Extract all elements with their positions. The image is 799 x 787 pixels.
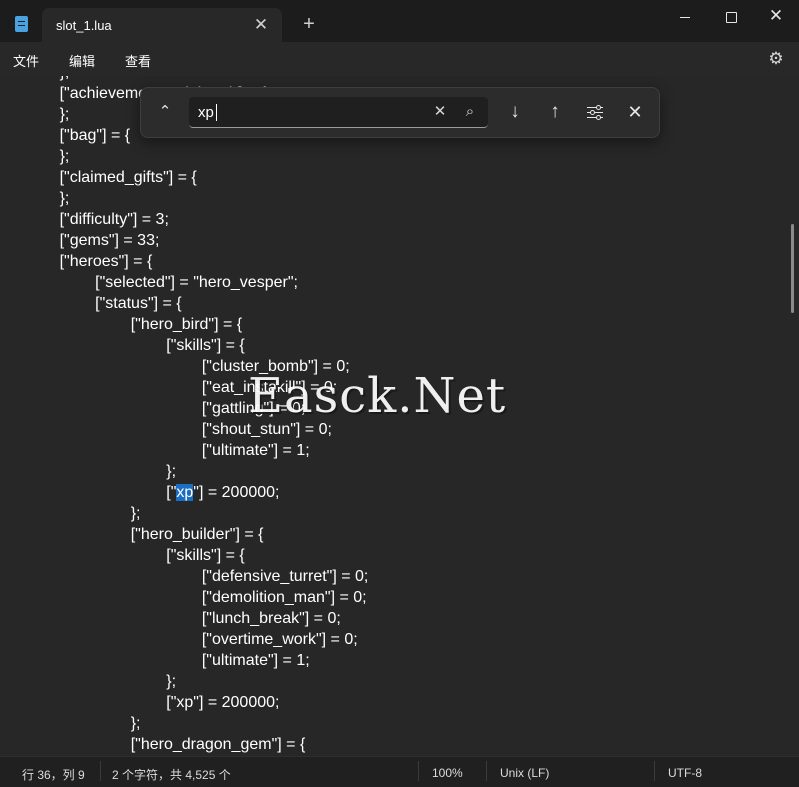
code-line: ["gems"] = 33; (24, 232, 160, 249)
status-cursor-position[interactable]: 行 36，列 9 (22, 766, 85, 783)
code-line: ["xp"] = 200000; (24, 694, 280, 711)
tab-title: slot_1.lua (56, 18, 112, 33)
text-editor[interactable]: }, ["achievements_claimed"] = { }; ["bag… (0, 76, 799, 756)
menu-view[interactable]: 查看 (125, 51, 151, 70)
status-bar: 行 36，列 9 2 个字符，共 4,525 个 100% Unix (LF) … (0, 756, 799, 787)
find-next-icon[interactable]: ↓ (502, 99, 528, 125)
tab-close-icon[interactable]: ✕ (250, 14, 272, 36)
sliders-icon (587, 104, 603, 120)
status-char-count: 2 个字符，共 4,525 个 (112, 768, 231, 782)
chevron-up-icon[interactable]: ⌃ (153, 100, 177, 124)
title-bar: slot_1.lua ✕ + ✕ (0, 0, 799, 42)
gear-icon[interactable]: ⚙ (766, 49, 786, 69)
code-line: ["ultimate"] = 1; (24, 442, 310, 459)
code-line: ["selected"] = "hero_vesper"; (24, 274, 298, 291)
status-divider (418, 761, 419, 781)
code-line: }; (24, 106, 70, 123)
maximize-button[interactable] (708, 0, 754, 32)
tab-slot-1-lua[interactable]: slot_1.lua ✕ (42, 8, 282, 42)
menu-edit[interactable]: 编辑 (69, 51, 95, 70)
find-options-icon[interactable] (582, 99, 608, 125)
code-line: ["defensive_turret"] = 0; (24, 568, 369, 585)
text-caret (216, 104, 217, 121)
code-line: ["eat_instakill"] = 0; (24, 379, 338, 396)
code-line: ["claimed_gifts"] = { (24, 169, 197, 186)
close-window-button[interactable]: ✕ (753, 0, 799, 32)
clear-icon[interactable]: ✕ (429, 101, 451, 123)
code-line: }; (24, 715, 141, 732)
code-line: ["gattling"] = 0; (24, 400, 306, 417)
code-line: ["skills"] = { (24, 337, 245, 354)
search-icon[interactable]: ⌕ (459, 101, 481, 123)
code-line: ["cluster_bomb"] = 0; (24, 358, 350, 375)
close-find-icon[interactable]: ✕ (622, 99, 648, 125)
code-line: ["shout_stun"] = 0; (24, 421, 332, 438)
code-line: ["skills"] = { (24, 547, 245, 564)
find-panel: ⌃ ✕ ⌕ ↓ ↑ ✕ (140, 87, 660, 138)
status-divider (486, 761, 487, 781)
code-line: ["demolition_man"] = 0; (24, 589, 367, 606)
status-line-ending[interactable]: Unix (LF) (500, 766, 549, 780)
maximize-icon (725, 11, 737, 23)
code-line: ["overtime_work"] = 0; (24, 631, 358, 648)
search-match-highlight: xp (176, 484, 194, 501)
code-line: ["status"] = { (24, 295, 182, 312)
code-line: ["lunch_break"] = 0; (24, 610, 341, 627)
status-divider (100, 761, 101, 781)
menu-bar: 文件 编辑 查看 ⚙ (0, 42, 799, 76)
code-line: ["hero_builder"] = { (24, 526, 264, 543)
vertical-scrollbar[interactable] (791, 224, 794, 313)
status-zoom[interactable]: 100% (432, 766, 463, 780)
code-line: }; (24, 463, 177, 480)
code-line: }; (24, 148, 70, 165)
code-line: ["hero_bird"] = { (24, 316, 243, 333)
minimize-icon (680, 16, 690, 18)
code-line: }; (24, 190, 70, 207)
status-divider (654, 761, 655, 781)
find-previous-icon[interactable]: ↑ (542, 99, 568, 125)
notepad-icon (15, 16, 28, 32)
code-line: }; (24, 505, 141, 522)
code-line: ["heroes"] = { (24, 253, 153, 270)
find-input-box[interactable]: ✕ ⌕ (189, 97, 488, 128)
code-line: }, (24, 76, 70, 83)
new-tab-icon[interactable]: + (298, 13, 320, 35)
find-input[interactable] (198, 102, 418, 122)
minimize-button[interactable] (662, 0, 708, 32)
code-line: ["xp"] = 200000; (24, 484, 280, 501)
code-line: ["bag"] = { (24, 127, 131, 144)
menu-file[interactable]: 文件 (13, 51, 39, 70)
status-encoding[interactable]: UTF-8 (668, 766, 702, 780)
code-line: ["difficulty"] = 3; (24, 211, 169, 228)
code-line: }; (24, 673, 177, 690)
code-line: ["hero_dragon_gem"] = { (24, 736, 306, 753)
code-line: ["ultimate"] = 1; (24, 652, 310, 669)
